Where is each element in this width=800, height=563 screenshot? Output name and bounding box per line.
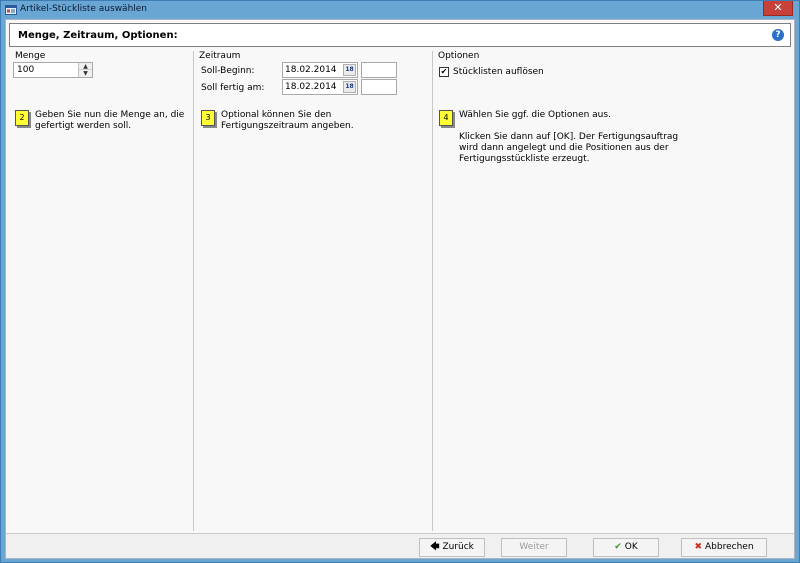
close-button[interactable]: ✕ xyxy=(763,1,793,16)
column-divider-1 xyxy=(193,51,194,531)
back-button[interactable]: 🡄 Zurück xyxy=(419,538,485,557)
ok-button[interactable]: ✔ OK xyxy=(593,538,659,557)
help-icon[interactable]: ? xyxy=(772,29,784,41)
hint-line: Geben Sie nun die Menge an, die xyxy=(35,110,185,120)
soll-beginn-label: Soll-Beginn: xyxy=(201,66,255,76)
next-button-label: Weiter xyxy=(519,542,549,552)
next-button[interactable]: Weiter xyxy=(501,538,567,557)
cancel-button[interactable]: ✖ Abbrechen xyxy=(681,538,767,557)
arrow-left-icon: 🡄 xyxy=(430,542,440,552)
soll-beginn-date-field: 18 xyxy=(282,62,358,78)
step-badge-2: 2 xyxy=(15,110,29,126)
stepper-up-button[interactable]: ▲ xyxy=(79,63,92,70)
hint-line: Wählen Sie ggf. die Optionen aus. xyxy=(459,110,611,120)
hint-line: Optional können Sie den xyxy=(221,110,332,120)
window-title: Artikel-Stückliste auswählen xyxy=(20,4,148,14)
column-divider-2 xyxy=(432,51,433,531)
quantity-input[interactable] xyxy=(14,63,78,77)
soll-beginn-time-input[interactable] xyxy=(361,62,397,78)
dialog-client-area: Menge, Zeitraum, Optionen: ? Menge ▲ ▼ Z… xyxy=(5,19,795,559)
hint-zeitraum: Optional können Sie den Fertigungszeitra… xyxy=(221,110,354,132)
hint-menge: Geben Sie nun die Menge an, die gefertig… xyxy=(35,110,184,132)
ok-button-label: OK xyxy=(624,542,638,552)
back-button-label: Zurück xyxy=(442,542,474,552)
dialog-window: Artikel-Stückliste auswählen ✕ Menge, Ze… xyxy=(0,0,800,563)
calendar-icon[interactable]: 18 xyxy=(343,64,356,76)
hint-optionen: Wählen Sie ggf. die Optionen aus. Klicke… xyxy=(459,110,678,165)
stepper-buttons: ▲ ▼ xyxy=(78,63,92,77)
hint-line: Klicken Sie dann auf [OK]. Der Fertigung… xyxy=(459,132,679,142)
cross-icon: ✖ xyxy=(694,542,703,552)
soll-fertig-date-input[interactable] xyxy=(283,80,343,94)
soll-beginn-date-input[interactable] xyxy=(283,63,343,77)
soll-fertig-date-field: 18 xyxy=(282,79,358,95)
calendar-icon[interactable]: 18 xyxy=(343,81,356,93)
zeitraum-section-label: Zeitraum xyxy=(199,51,241,61)
hint-line: Fertigungszeitraum angeben. xyxy=(221,121,354,131)
quantity-stepper: ▲ ▼ xyxy=(13,62,93,78)
hint-spacer xyxy=(459,121,678,132)
cancel-button-label: Abbrechen xyxy=(705,542,754,552)
menge-section-label: Menge xyxy=(15,51,46,61)
optionen-section-label: Optionen xyxy=(438,51,480,61)
hint-line: gefertigt werden soll. xyxy=(35,121,132,131)
title-bar[interactable]: Artikel-Stückliste auswählen ✕ xyxy=(1,1,799,19)
step-badge-3: 3 xyxy=(201,110,215,126)
stuecklisten-aufloesen-checkbox[interactable]: ✔ xyxy=(439,67,449,77)
soll-fertig-time-input[interactable] xyxy=(361,79,397,95)
page-title: Menge, Zeitraum, Optionen: xyxy=(18,30,178,41)
header-panel: Menge, Zeitraum, Optionen: ? xyxy=(9,23,791,47)
hint-line: Fertigungsstückliste erzeugt. xyxy=(459,154,590,164)
stuecklisten-aufloesen-label[interactable]: Stücklisten auflösen xyxy=(453,67,544,77)
soll-fertig-label: Soll fertig am: xyxy=(201,83,265,93)
button-bar: 🡄 Zurück Weiter ✔ OK ✖ Abbrechen xyxy=(6,533,794,558)
hint-line: wird dann angelegt und die Positionen au… xyxy=(459,143,669,153)
app-window-icon xyxy=(5,5,17,15)
step-badge-4: 4 xyxy=(439,110,453,126)
check-icon: ✔ xyxy=(614,542,622,552)
stepper-down-button[interactable]: ▼ xyxy=(79,70,92,77)
